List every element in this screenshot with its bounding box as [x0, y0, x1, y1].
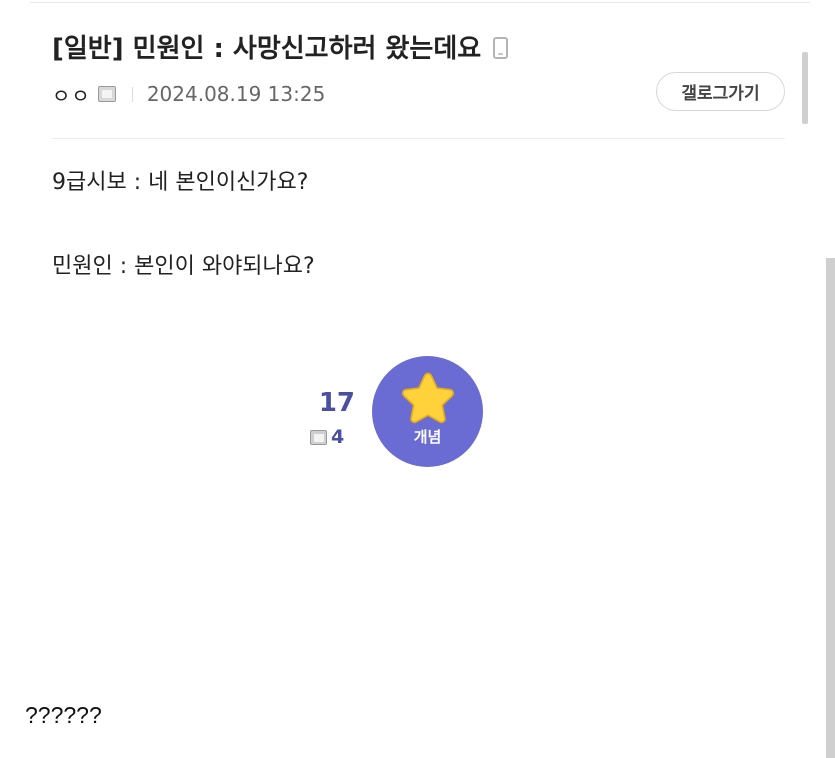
recommend-label: 개념: [413, 428, 442, 446]
fixed-nick-recommend: 4: [310, 426, 344, 448]
post-title-row: [일반] 민원인 : 사망신고하러 왔는데요: [52, 28, 509, 65]
fixed-nick-icon: [310, 429, 327, 445]
recommend-button[interactable]: 개념: [372, 356, 483, 467]
body-line: 민원인 : 본인이 와야되나요?: [52, 254, 315, 279]
caption-text: ??????: [25, 702, 102, 728]
post-date: 2024.08.19 13:25: [146, 82, 326, 106]
fixed-nick-icon: [97, 86, 116, 102]
mobile-device-icon: [493, 36, 509, 59]
header-divider: [52, 138, 785, 139]
post-view: [일반] 민원인 : 사망신고하러 왔는데요 ㅇㅇ 2024.08.19 13:…: [0, 0, 835, 758]
top-divider: [30, 2, 810, 3]
gallog-button[interactable]: 갤로그가기: [656, 72, 785, 111]
page-scrollbar[interactable]: [826, 258, 835, 758]
star-icon: [401, 372, 454, 424]
author-name[interactable]: ㅇㅇ: [52, 80, 91, 109]
post-meta: ㅇㅇ 2024.08.19 13:25: [52, 80, 325, 108]
fixed-recommend-count: 4: [331, 426, 345, 448]
body-line: 9급시보 : 네 본인이신가요?: [52, 170, 309, 195]
header-scrollbar[interactable]: [802, 52, 808, 124]
post-title: [일반] 민원인 : 사망신고하러 왔는데요: [52, 34, 482, 64]
recommend-count: 17: [318, 388, 355, 418]
meta-divider: [131, 86, 133, 102]
